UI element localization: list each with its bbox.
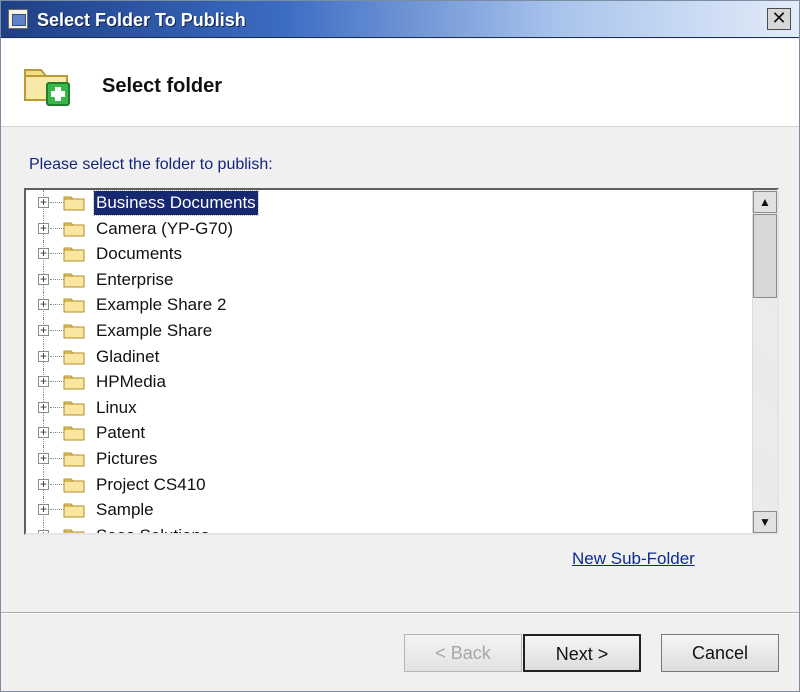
title-bar: Select Folder To Publish ✕: [1, 1, 799, 38]
folder-icon: [63, 452, 85, 467]
folder-item[interactable]: + Example Share: [26, 317, 750, 344]
folder-label[interactable]: Patent: [94, 421, 147, 445]
folder-icon: [63, 426, 85, 441]
new-subfolder-link[interactable]: New Sub-Folder: [572, 549, 695, 569]
expand-icon[interactable]: +: [38, 503, 49, 516]
expand-icon[interactable]: +: [38, 426, 49, 439]
folder-icon: [63, 196, 85, 211]
folder-label[interactable]: Linux: [94, 396, 139, 420]
expand-icon[interactable]: +: [38, 401, 49, 413]
folder-item[interactable]: + Business Documents: [26, 190, 750, 216]
folder-icon: [63, 375, 85, 390]
folder-icon: [63, 247, 85, 262]
folder-item[interactable]: + Example Share 2: [26, 292, 750, 318]
close-button[interactable]: ✕: [767, 8, 791, 30]
folder-label[interactable]: Sample: [94, 498, 156, 522]
folder-tree[interactable]: + Business Documents + Camera (YP-G70) +…: [24, 188, 779, 535]
folder-add-icon: [24, 69, 70, 106]
expand-icon[interactable]: +: [38, 529, 49, 533]
expand-icon[interactable]: +: [38, 298, 49, 311]
folder-item[interactable]: + Gladinet: [26, 343, 750, 370]
folder-label[interactable]: Example Share: [94, 319, 214, 343]
scroll-down-button[interactable]: ▼: [753, 511, 777, 533]
folder-label[interactable]: Pictures: [94, 447, 159, 471]
cancel-button[interactable]: Cancel: [661, 634, 779, 672]
folder-icon: [63, 273, 85, 288]
folder-item[interactable]: + Project CS410: [26, 471, 750, 498]
expand-icon[interactable]: +: [38, 196, 49, 208]
dialog-window: Select Folder To Publish ✕ Select folder…: [0, 0, 800, 692]
folder-icon: [63, 503, 85, 518]
vertical-scrollbar[interactable]: ▲ ▼: [752, 190, 777, 533]
folder-label[interactable]: Gladinet: [94, 345, 161, 369]
expand-icon[interactable]: +: [38, 273, 49, 285]
folder-icon: [63, 478, 85, 493]
folder-item[interactable]: + Camera (YP-G70): [26, 215, 750, 242]
folder-item[interactable]: + Sample: [26, 497, 750, 523]
folder-label[interactable]: Example Share 2: [94, 293, 228, 317]
folder-icon: [63, 222, 85, 237]
folder-label[interactable]: Enterprise: [94, 268, 175, 292]
folder-label[interactable]: Saas Solutions: [94, 524, 211, 533]
folder-icon: [63, 298, 85, 313]
folder-item[interactable]: + Patent: [26, 420, 750, 446]
folder-label[interactable]: Documents: [94, 242, 184, 266]
expand-icon[interactable]: +: [38, 452, 49, 464]
folder-tree-list: + Business Documents + Camera (YP-G70) +…: [26, 190, 750, 533]
next-button[interactable]: Next >: [523, 634, 641, 672]
folder-icon: [63, 401, 85, 416]
window-title: Select Folder To Publish: [37, 10, 246, 30]
expand-icon[interactable]: +: [38, 324, 49, 336]
expand-icon[interactable]: +: [38, 375, 49, 388]
folder-item[interactable]: + Linux: [26, 394, 750, 421]
folder-item[interactable]: + Documents: [26, 241, 750, 267]
header-panel: Select folder: [1, 39, 799, 127]
expand-icon[interactable]: +: [38, 478, 49, 490]
app-icon: [8, 9, 28, 29]
folder-item[interactable]: + Saas Solutions: [26, 522, 750, 533]
scroll-thumb[interactable]: [753, 214, 777, 298]
folder-icon: [63, 350, 85, 365]
scroll-up-button[interactable]: ▲: [753, 191, 777, 213]
footer-separator: [1, 612, 799, 614]
folder-icon: [63, 324, 85, 339]
back-button[interactable]: < Back: [404, 634, 522, 672]
page-title: Select folder: [102, 75, 223, 97]
expand-icon[interactable]: +: [38, 222, 49, 234]
folder-label[interactable]: Project CS410: [94, 473, 208, 497]
folder-item[interactable]: + Enterprise: [26, 266, 750, 293]
folder-label[interactable]: Camera (YP-G70): [94, 217, 235, 241]
expand-icon[interactable]: +: [38, 247, 49, 260]
folder-label[interactable]: Business Documents: [93, 190, 259, 216]
instruction-text: Please select the folder to publish:: [29, 156, 273, 173]
expand-icon[interactable]: +: [38, 350, 49, 362]
folder-label[interactable]: HPMedia: [94, 370, 168, 394]
folder-item[interactable]: + HPMedia: [26, 369, 750, 395]
folder-icon: [63, 529, 85, 533]
folder-item[interactable]: + Pictures: [26, 445, 750, 472]
